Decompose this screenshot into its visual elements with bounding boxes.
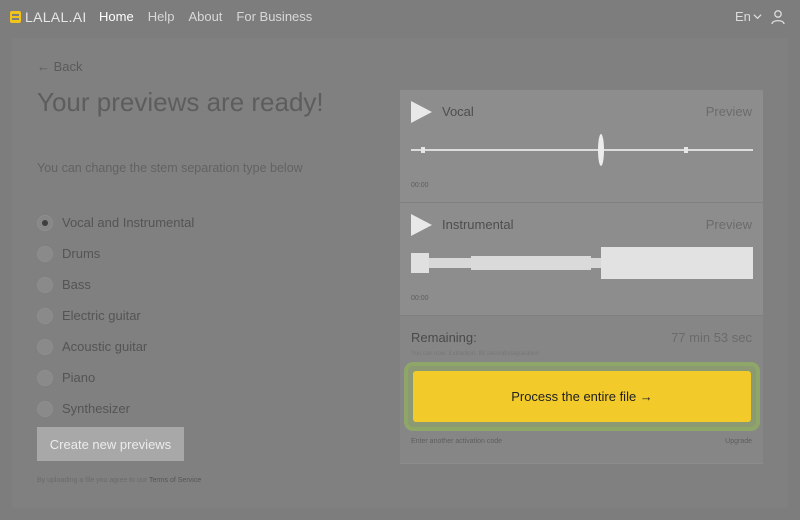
track-time: 00:00 [411, 182, 429, 189]
option-label: Vocal and Instrumental [62, 215, 195, 230]
process-entire-file-button[interactable]: Process the entire file → [413, 371, 751, 422]
option-label: Electric guitar [62, 308, 141, 323]
option-vocal-instrumental[interactable]: Vocal and Instrumental [37, 207, 194, 238]
option-label: Acoustic guitar [62, 339, 148, 354]
logo-icon [10, 11, 21, 23]
chevron-down-icon [753, 14, 762, 20]
radio[interactable] [37, 369, 53, 386]
remaining-value: 77 min 53 sec [671, 330, 752, 345]
track-instrumental: Instrumental Preview 00:00 [400, 203, 763, 315]
remaining-note: You can now: Extraction: 80 seconds/sepa… [411, 351, 539, 357]
main-nav: Home Help About For Business [99, 9, 312, 24]
track-name: Vocal [442, 104, 474, 119]
language-label: En [735, 9, 751, 24]
option-label: Drums [62, 246, 101, 261]
option-label: Piano [62, 370, 96, 385]
radio[interactable] [37, 245, 53, 262]
track-name: Instrumental [442, 217, 514, 232]
logo[interactable]: LALAL.AI [10, 9, 87, 25]
logo-text: LALAL.AI [25, 9, 87, 25]
radio[interactable] [37, 307, 53, 324]
page-subtitle: You can change the stem separation type … [37, 161, 303, 175]
radio-checked[interactable] [37, 214, 53, 231]
radio[interactable] [37, 338, 53, 355]
back-link[interactable]: ← Back [37, 59, 83, 74]
remaining-label: Remaining: [411, 330, 477, 345]
nav-about[interactable]: About [188, 9, 222, 24]
preview-label: Preview [705, 217, 752, 232]
preview-label: Preview [705, 104, 752, 119]
instrumental-waveform[interactable] [411, 243, 753, 283]
option-acoustic-guitar[interactable]: Acoustic guitar [37, 331, 194, 362]
option-electric-guitar[interactable]: Electric guitar [37, 300, 194, 331]
nav-home[interactable]: Home [99, 9, 134, 24]
option-drums[interactable]: Drums [37, 238, 194, 269]
create-new-previews-button[interactable]: Create new previews [37, 427, 184, 461]
nav-for-business[interactable]: For Business [236, 9, 312, 24]
remaining-box: Remaining: 77 min 53 sec You can now: Ex… [400, 316, 763, 464]
stem-type-options: Vocal and Instrumental Drums Bass Electr… [37, 207, 194, 424]
option-piano[interactable]: Piano [37, 362, 194, 393]
track-time: 00:00 [411, 295, 429, 302]
play-icon[interactable] [411, 101, 432, 123]
language-selector[interactable]: En [735, 9, 762, 24]
option-bass[interactable]: Bass [37, 269, 194, 300]
preview-column: Vocal Preview 00:00 Instrumental Preview… [400, 90, 763, 464]
activation-code-link[interactable]: Enter another activation code [411, 438, 502, 445]
option-label: Synthesizer [62, 401, 130, 416]
process-button-highlight: Process the entire file → [404, 362, 760, 431]
terms-note: By uploading a file you agree to our Ter… [37, 477, 201, 484]
play-icon[interactable] [411, 214, 432, 236]
upgrade-link[interactable]: Upgrade [725, 438, 752, 445]
option-label: Bass [62, 277, 91, 292]
vocal-waveform[interactable] [411, 130, 753, 170]
nav-help[interactable]: Help [148, 9, 175, 24]
radio[interactable] [37, 400, 53, 417]
track-vocal: Vocal Preview 00:00 [400, 90, 763, 202]
terms-link[interactable]: Terms of Service [149, 477, 201, 484]
user-icon[interactable] [770, 9, 786, 25]
top-nav-bar: LALAL.AI Home Help About For Business En [0, 0, 800, 34]
radio[interactable] [37, 276, 53, 293]
terms-prefix: By uploading a file you agree to our [37, 477, 148, 484]
option-synthesizer[interactable]: Synthesizer [37, 393, 194, 424]
page-title: Your previews are ready! [37, 87, 324, 117]
